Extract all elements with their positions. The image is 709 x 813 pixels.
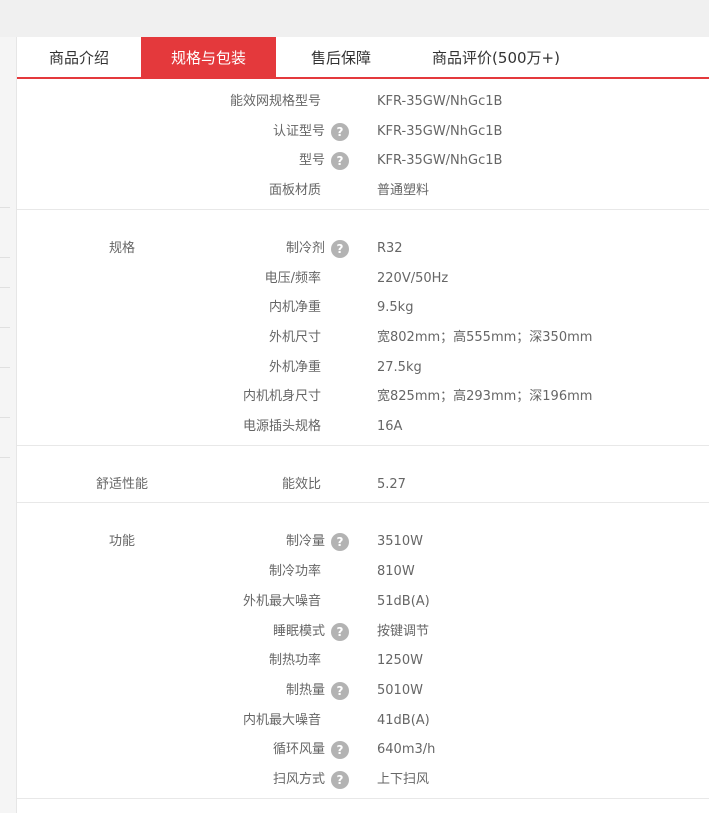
spec-label: 电压/频率 xyxy=(264,270,321,286)
spec-label: 制冷功率 xyxy=(268,564,321,580)
spec-label: 扫风方式 xyxy=(272,772,325,787)
spec-label: 能效网规格型号 xyxy=(229,94,321,109)
spec-row: 规格 制冷剂? R32 xyxy=(17,234,709,264)
spec-group-label: 舒适性能 xyxy=(95,476,148,492)
spec-value: 41dB(A) xyxy=(377,712,430,728)
spec-row: 内机净重 9.5kg xyxy=(17,293,709,323)
spec-value: 上下扫风 xyxy=(377,772,430,787)
spec-value: 1250W xyxy=(377,653,423,669)
help-question-icon[interactable]: ? xyxy=(331,622,349,641)
section-divider xyxy=(17,208,709,210)
tab-bar: 商品介绍 规格与包装 售后保障 商品评价(500万+) xyxy=(17,37,709,79)
spec-value: KFR-35GW/NhGc1B xyxy=(377,123,503,139)
spec-value: 51dB(A) xyxy=(377,593,430,609)
spec-row: 循环风量? 640m3/h xyxy=(17,735,709,765)
strip-divider xyxy=(0,207,10,208)
spec-label: 内机最大噪音 xyxy=(242,712,321,728)
spec-label: 外机尺寸 xyxy=(268,329,321,345)
spec-row: 外机最大噪音 51dB(A) xyxy=(17,587,709,617)
spec-value: 按键调节 xyxy=(377,623,430,639)
spec-row: 型号? KFR-35GW/NhGc1B xyxy=(17,146,709,176)
spec-value: 640m3/h xyxy=(377,742,436,758)
spec-label: 制冷量 xyxy=(285,534,325,550)
spec-label: 制冷剂 xyxy=(285,240,325,256)
tab-reviews[interactable]: 商品评价(500万+) xyxy=(406,37,586,79)
section-divider xyxy=(17,444,709,446)
strip-divider xyxy=(0,367,10,368)
spec-value: 普通塑料 xyxy=(377,183,430,199)
spec-value: KFR-35GW/NhGc1B xyxy=(377,153,503,169)
spec-value: 5.27 xyxy=(377,476,406,492)
spec-value: 27.5kg xyxy=(377,359,422,375)
spec-label: 能效比 xyxy=(281,476,321,492)
spec-row: 内机最大噪音 41dB(A) xyxy=(17,706,709,736)
spec-label: 制热功率 xyxy=(268,653,321,669)
top-band xyxy=(0,0,709,37)
spec-value: KFR-35GW/NhGc1B xyxy=(377,94,503,109)
spec-row: 制冷功率 810W xyxy=(17,557,709,587)
spec-value: 5010W xyxy=(377,682,423,698)
help-question-icon[interactable]: ? xyxy=(331,239,349,258)
spec-label: 外机净重 xyxy=(268,359,321,375)
tab-specs-packaging[interactable]: 规格与包装 xyxy=(141,37,276,79)
help-question-icon[interactable]: ? xyxy=(331,741,349,760)
spec-row: 制热量? 5010W xyxy=(17,676,709,706)
spec-group-label: 规格 xyxy=(108,240,135,256)
spec-panel: 商品介绍 规格与包装 售后保障 商品评价(500万+) 能效网规格型号 KFR-3… xyxy=(16,37,709,813)
spec-row: 外机净重 27.5kg xyxy=(17,353,709,383)
section-divider xyxy=(17,502,709,504)
spec-value: 宽825mm；高293mm；深196mm xyxy=(377,389,593,405)
left-page-strip xyxy=(0,37,16,813)
spec-label: 内机机身尺寸 xyxy=(242,389,321,405)
spec-row: 电源插头规格 16A xyxy=(17,412,709,442)
spec-group-label: 功能 xyxy=(108,534,135,550)
spec-value: 宽802mm；高555mm；深350mm xyxy=(377,329,593,345)
spec-label: 型号 xyxy=(298,153,325,169)
spec-row: 制热功率 1250W xyxy=(17,646,709,676)
strip-divider xyxy=(0,287,10,288)
spec-value: 220V/50Hz xyxy=(377,270,449,286)
spec-value: 810W xyxy=(377,564,415,580)
spec-value: 16A xyxy=(377,419,403,434)
strip-divider xyxy=(0,457,10,458)
spec-row: 内机机身尺寸 宽825mm；高293mm；深196mm xyxy=(17,382,709,412)
spec-label: 制热量 xyxy=(285,682,325,698)
help-question-icon[interactable]: ? xyxy=(331,122,349,141)
spec-value: 3510W xyxy=(377,534,423,550)
spec-label: 睡眠模式 xyxy=(272,623,325,639)
spec-label: 外机最大噪音 xyxy=(242,593,321,609)
help-question-icon[interactable]: ? xyxy=(331,152,349,171)
strip-divider xyxy=(0,327,10,328)
spec-row: 睡眠模式? 按键调节 xyxy=(17,617,709,647)
spec-row: 认证型号? KFR-35GW/NhGc1B xyxy=(17,117,709,147)
spec-row: 功能 制冷量? 3510W xyxy=(17,527,709,557)
spec-label: 面板材质 xyxy=(268,183,321,199)
spec-value: 9.5kg xyxy=(377,300,414,316)
strip-divider xyxy=(0,257,10,258)
help-question-icon[interactable]: ? xyxy=(331,681,349,700)
spec-row: 扫风方式? 上下扫风 xyxy=(17,765,709,795)
spec-row: 电压/频率 220V/50Hz xyxy=(17,264,709,294)
help-question-icon[interactable]: ? xyxy=(331,533,349,552)
tab-after-sales[interactable]: 售后保障 xyxy=(276,37,406,79)
strip-divider xyxy=(0,417,10,418)
spec-row: 面板材质 普通塑料 xyxy=(17,176,709,206)
spec-row: 舒适性能 能效比 5.27 xyxy=(17,470,709,500)
section-divider xyxy=(17,797,709,799)
spec-row: 外机尺寸 宽802mm；高555mm；深350mm xyxy=(17,323,709,353)
help-question-icon[interactable]: ? xyxy=(331,771,349,789)
tab-product-intro[interactable]: 商品介绍 xyxy=(17,37,141,79)
spec-value: R32 xyxy=(377,240,403,256)
spec-label: 认证型号 xyxy=(272,123,325,139)
spec-label: 电源插头规格 xyxy=(242,419,321,434)
spec-row: 能效网规格型号 KFR-35GW/NhGc1B xyxy=(17,87,709,117)
spec-label: 内机净重 xyxy=(268,300,321,316)
spec-label: 循环风量 xyxy=(272,742,325,758)
